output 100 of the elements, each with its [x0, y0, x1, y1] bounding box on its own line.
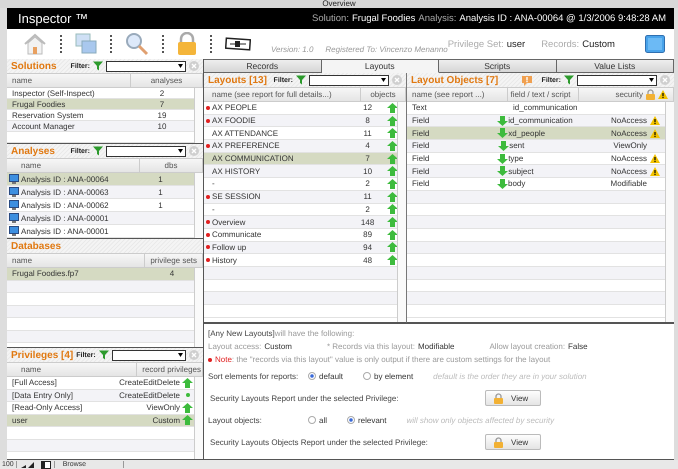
filter-dropdown[interactable] — [112, 350, 186, 360]
column-header[interactable]: objects — [361, 88, 406, 101]
table-cell: Analysis ID : ANA-00064 — [21, 174, 109, 184]
scrollbar[interactable] — [194, 173, 203, 238]
clear-icon[interactable] — [392, 75, 402, 85]
table-row[interactable]: History 48 — [204, 254, 397, 267]
table-row[interactable]: Field xd_people NoAccess — [407, 127, 665, 140]
tab[interactable]: Records — [204, 59, 322, 73]
column-header[interactable]: privilege sets — [145, 254, 203, 267]
caret-icon — [178, 353, 183, 357]
table-row[interactable]: Field body Modifiable — [407, 178, 665, 191]
tab[interactable]: Value Lists — [556, 59, 674, 73]
filter-dropdown[interactable] — [106, 146, 186, 156]
filter-dropdown[interactable] — [309, 74, 389, 86]
table-row[interactable]: AX FOODIE 8 — [204, 114, 397, 128]
table-row[interactable]: user Custom — [7, 414, 194, 427]
clear-icon[interactable] — [189, 61, 199, 71]
lock-icon[interactable] — [177, 32, 197, 56]
home-icon[interactable] — [23, 33, 47, 55]
column-header[interactable]: name (see report for full details...) — [204, 88, 361, 101]
clear-icon[interactable] — [189, 350, 199, 360]
table-row[interactable]: Overview 148 — [204, 216, 397, 229]
radio-button[interactable] — [308, 372, 316, 380]
table-cell: type — [508, 154, 524, 164]
table-row[interactable]: Analysis ID : ANA-00063 1 — [7, 186, 194, 199]
table-row[interactable]: Field id_communication NoAccess — [407, 114, 665, 128]
column-header[interactable]: dbs — [140, 159, 203, 172]
column-header[interactable]: name — [7, 74, 131, 87]
slider-icon[interactable] — [225, 36, 251, 52]
scrollbar[interactable] — [194, 88, 203, 143]
setting-label: * Records via this layout: — [326, 342, 415, 351]
table-cell-text: Field — [411, 141, 430, 150]
table-row[interactable]: Frugal Foodies 7 — [7, 99, 194, 110]
windows-icon[interactable] — [75, 33, 97, 55]
table-row[interactable]: - 2 — [204, 178, 397, 191]
table-row[interactable]: Analysis ID : ANA-00001 — [7, 225, 194, 238]
table-row[interactable]: Follow up 94 — [204, 242, 397, 254]
lock-icon — [494, 392, 503, 404]
radio-label[interactable]: relevant — [358, 416, 386, 424]
table-row[interactable]: Inspector (Self-Inspect) 2 — [7, 88, 194, 99]
table-row[interactable]: Communicate 89 — [204, 228, 397, 242]
tab[interactable]: Layouts — [322, 59, 439, 73]
layout-icon[interactable] — [40, 460, 51, 468]
table-row[interactable]: Field subject NoAccess — [407, 165, 665, 178]
scrollbar[interactable] — [194, 377, 203, 459]
table-row[interactable]: AX HISTORY 10 — [204, 165, 397, 178]
radio-label[interactable]: default — [319, 372, 344, 380]
table-cell-text: 148 — [360, 218, 376, 227]
table-row[interactable]: Frugal Foodies.fp7 4 — [7, 268, 194, 280]
radio-button[interactable] — [347, 416, 356, 424]
column-header[interactable]: field / text / script — [508, 88, 579, 101]
info-icon[interactable] — [520, 74, 533, 86]
table-cell: CreateEditDelete — [119, 378, 180, 388]
table-row[interactable]: AX PREFERENCE 4 — [204, 140, 397, 153]
clear-icon[interactable] — [660, 75, 670, 85]
monitor-icon — [9, 187, 19, 197]
view-button[interactable]: View — [485, 434, 542, 450]
monitor-icon[interactable] — [644, 35, 665, 53]
table-row[interactable]: SE SESSION 11 — [204, 190, 397, 204]
report-label: Security Layouts Objects Report under the selected Privilege: — [209, 438, 429, 446]
table-row[interactable]: Analysis ID : ANA-00001 — [7, 212, 194, 225]
scrollbar[interactable] — [665, 102, 674, 322]
radio-button[interactable] — [308, 416, 316, 424]
table-row[interactable]: Field sent ViewOnly — [407, 140, 665, 153]
filter-dropdown[interactable] — [577, 74, 657, 86]
search-icon[interactable] — [125, 32, 149, 56]
table-cell-text: 7 — [158, 100, 166, 108]
column-header[interactable]: name (see report ...) — [407, 88, 508, 101]
scrollbar[interactable] — [194, 268, 203, 347]
table-row[interactable]: Account Manager 10 — [7, 121, 194, 132]
column-header[interactable]: record privileges — [137, 363, 203, 376]
column-header[interactable]: security — [579, 88, 674, 101]
column-header[interactable]: analyses — [131, 74, 203, 87]
table-row[interactable]: [Data Entry Only] CreateEditDelete — [7, 390, 194, 402]
panel-title: Privileges [4] — [11, 350, 74, 360]
table-row[interactable]: Field type NoAccess — [407, 152, 665, 166]
table-row[interactable]: Analysis ID : ANA-00062 1 — [7, 199, 194, 212]
privilege-set-value: user — [506, 38, 526, 50]
table-cell: AX HISTORY — [212, 166, 260, 176]
table-row[interactable]: - 2 — [204, 204, 397, 216]
column-header[interactable]: name — [7, 254, 146, 267]
table-row[interactable]: Text id_communication — [407, 102, 665, 115]
radio-button[interactable] — [363, 372, 372, 380]
funnel-icon — [93, 146, 103, 156]
table-row[interactable]: Reservation System 19 — [7, 110, 194, 121]
filter-dropdown[interactable] — [106, 60, 186, 72]
column-header[interactable]: name — [7, 159, 140, 172]
radio-label[interactable]: by element — [374, 372, 414, 380]
table-row[interactable]: AX PEOPLE 12 — [204, 102, 397, 115]
table-row[interactable]: AX COMMUNICATION 7 — [204, 152, 397, 166]
table-row[interactable]: [Full Access] CreateEditDelete — [7, 377, 194, 390]
view-button[interactable]: View — [485, 390, 542, 406]
table-row[interactable]: Analysis ID : ANA-00064 1 — [7, 173, 194, 186]
radio-label[interactable]: all — [319, 416, 328, 424]
column-header[interactable]: name — [7, 363, 138, 376]
table-row[interactable]: AX ATTENDANCE 11 — [204, 127, 397, 140]
scrollbar[interactable] — [397, 102, 406, 322]
clear-icon[interactable] — [189, 146, 199, 156]
table-row[interactable]: [Read-Only Access] ViewOnly — [7, 402, 194, 414]
tab[interactable]: Scripts — [439, 59, 556, 73]
